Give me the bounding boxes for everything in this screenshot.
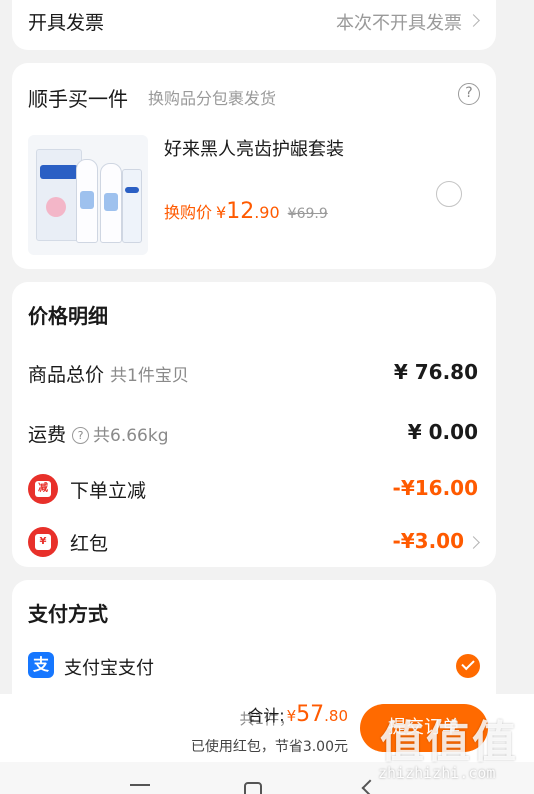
discount-badge-text: 减: [35, 481, 51, 497]
menu-icon[interactable]: [130, 784, 150, 786]
watermark-logo: 值值值: [380, 717, 518, 768]
price-details-card: 价格明细 商品总价 共1件宝贝 ¥ 76.80 运费? 共6.66kg ¥ 0.00…: [12, 282, 496, 567]
invoice-row[interactable]: 开具发票 本次不开具发票: [12, 0, 496, 50]
watermark: 值值值 zhizhizhi.com: [372, 700, 532, 794]
saving-note: 已使用红包，节省3.00元: [190, 739, 348, 755]
redpacket-label: 红包: [70, 533, 109, 555]
price-details-title: 价格明细: [28, 304, 108, 328]
goods-total-value: ¥ 76.80: [393, 360, 478, 384]
total-currency: ¥: [286, 707, 297, 725]
redpacket-badge-text: ¥: [35, 534, 51, 550]
watermark-url: zhizhizhi.com: [378, 764, 496, 782]
shipping-weight: 共6.66kg: [93, 426, 169, 446]
payment-method-label: 支付宝支付: [64, 658, 154, 679]
home-icon[interactable]: [244, 782, 262, 794]
discount-icon: 减: [28, 474, 58, 504]
goods-total-text: 商品总价: [28, 364, 105, 386]
help-icon[interactable]: ?: [458, 83, 480, 105]
product-name[interactable]: 好来黑人亮齿护龈套装: [164, 135, 344, 161]
addon-select-radio[interactable]: [436, 181, 462, 207]
addon-price: 换购价 ¥12.90 ¥69.9: [164, 199, 328, 224]
alipay-icon: 支: [28, 652, 54, 678]
addon-title: 顺手买一件: [28, 87, 128, 111]
total-decimal: .80: [324, 707, 348, 725]
check-icon[interactable]: [456, 654, 480, 678]
shipping-text: 运费: [28, 424, 67, 446]
shipping-label: 运费? 共6.66kg: [28, 420, 169, 447]
redpacket-value: -¥3.00: [392, 529, 464, 553]
total-integer: 57: [296, 702, 325, 727]
product-image[interactable]: [28, 135, 148, 255]
original-price: ¥69.9: [287, 206, 328, 222]
shipping-value: ¥ 0.00: [407, 420, 478, 444]
invoice-label: 开具发票: [28, 12, 105, 34]
payment-title: 支付方式: [28, 602, 108, 626]
payment-card: 支付方式 支 支付宝支付: [12, 580, 496, 710]
goods-total-label: 商品总价 共1件宝贝: [28, 360, 189, 387]
chevron-right-icon: [467, 14, 480, 27]
total-label: 合计:: [247, 706, 285, 725]
discount-value: -¥16.00: [392, 476, 478, 500]
chevron-right-icon: [467, 536, 480, 549]
order-total: 合计: ¥57.80: [247, 702, 348, 727]
invoice-value: 本次不开具发票: [336, 13, 462, 34]
currency-symbol: ¥: [216, 203, 227, 222]
addon-card: 顺手买一件 换购品分包裹发货 ? 好来黑人亮齿护龈套装 换购价 ¥12.90 ¥69…: [12, 63, 496, 269]
price-integer: 12: [226, 199, 255, 224]
addon-subtitle: 换购品分包裹发货: [148, 89, 277, 108]
discount-label: 下单立减: [70, 480, 147, 502]
red-packet-icon: ¥: [28, 527, 58, 557]
help-icon[interactable]: ?: [72, 427, 90, 444]
price-decimal: .90: [254, 203, 280, 222]
goods-total-sub: 共1件宝贝: [110, 366, 189, 386]
price-label: 换购价: [164, 203, 213, 222]
